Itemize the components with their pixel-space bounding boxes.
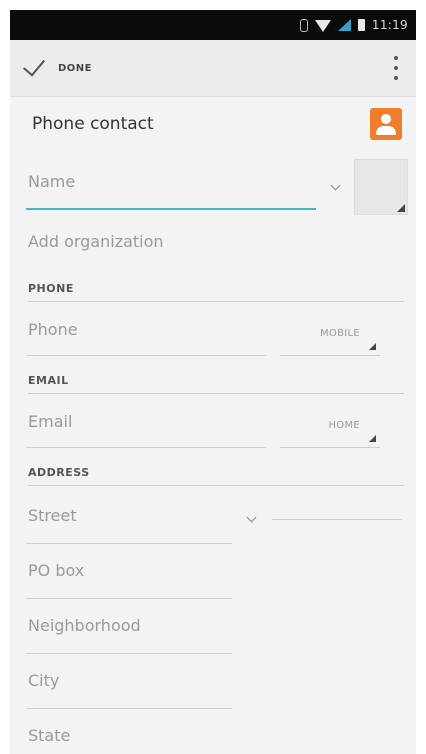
- address-type-underline: [272, 519, 402, 520]
- email-placeholder: Email: [28, 412, 73, 431]
- phone-type-spinner[interactable]: MOBILE: [280, 320, 380, 356]
- wifi-icon: [314, 20, 331, 32]
- city-placeholder: City: [28, 671, 60, 690]
- name-underline: [26, 208, 316, 210]
- overflow-dot: [394, 76, 398, 80]
- street-input[interactable]: Street: [26, 506, 232, 544]
- person-body: [376, 126, 396, 135]
- account-row: Phone contact: [10, 96, 416, 152]
- phone-section-header: PHONE: [28, 282, 404, 302]
- contact-account-icon: [370, 108, 402, 140]
- phone-underline: [26, 355, 266, 356]
- po-box-underline: [26, 598, 232, 599]
- phone-type-label: MOBILE: [320, 328, 360, 339]
- name-input[interactable]: Name: [26, 172, 316, 210]
- phone-type-dropdown-icon: [369, 343, 376, 350]
- action-bar: DONE: [10, 40, 416, 96]
- address-section-header: ADDRESS: [28, 466, 404, 486]
- edit-contact-screen: 11:19 DONE Phone contact Name Add organi…: [10, 10, 416, 754]
- photo-dropdown-corner-icon: [397, 204, 405, 212]
- phone-input[interactable]: Phone: [26, 320, 266, 356]
- account-label: Phone contact: [32, 114, 154, 134]
- status-time: 11:19: [371, 18, 408, 32]
- check-icon: [22, 53, 46, 77]
- expand-name-chevron-icon[interactable]: [330, 180, 341, 191]
- neighborhood-placeholder: Neighborhood: [28, 616, 141, 635]
- neighborhood-underline: [26, 653, 232, 654]
- bluetooth-icon: [299, 18, 308, 32]
- email-input[interactable]: Email: [26, 412, 266, 448]
- state-input[interactable]: State: [26, 726, 232, 754]
- overflow-dot: [394, 66, 398, 70]
- email-type-label: HOME: [328, 420, 360, 431]
- email-type-dropdown-icon: [369, 435, 376, 442]
- phone-type-underline: [280, 355, 380, 356]
- add-organization-link[interactable]: Add organization: [28, 232, 164, 251]
- done-label: DONE: [58, 62, 93, 74]
- city-input[interactable]: City: [26, 671, 232, 709]
- signal-icon: [337, 19, 351, 31]
- person-head: [381, 114, 391, 124]
- state-placeholder: State: [28, 726, 71, 745]
- status-bar: 11:19: [10, 10, 416, 40]
- email-underline: [26, 447, 266, 448]
- po-box-input[interactable]: PO box: [26, 561, 232, 599]
- email-type-spinner[interactable]: HOME: [280, 412, 380, 448]
- phone-placeholder: Phone: [28, 320, 78, 339]
- contact-photo[interactable]: [354, 159, 408, 215]
- street-placeholder: Street: [28, 506, 77, 525]
- battery-icon: [357, 19, 365, 31]
- po-box-placeholder: PO box: [28, 561, 85, 580]
- overflow-dot: [394, 56, 398, 60]
- done-button[interactable]: DONE: [10, 40, 92, 96]
- expand-address-chevron-icon[interactable]: [246, 512, 257, 523]
- email-section-header: EMAIL: [28, 374, 404, 394]
- email-type-underline: [280, 447, 380, 448]
- street-underline: [26, 543, 232, 544]
- name-placeholder: Name: [28, 172, 76, 191]
- neighborhood-input[interactable]: Neighborhood: [26, 616, 232, 654]
- overflow-menu-button[interactable]: [390, 56, 402, 80]
- city-underline: [26, 708, 232, 709]
